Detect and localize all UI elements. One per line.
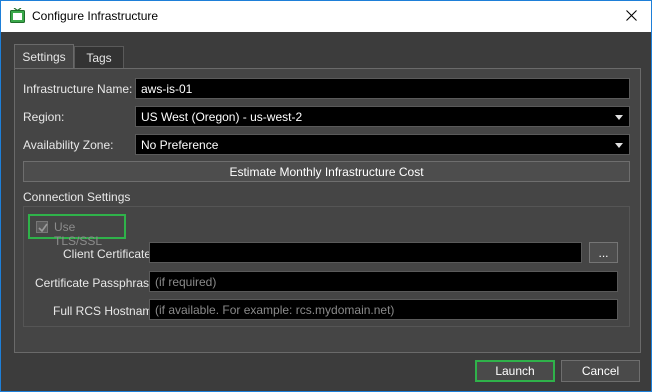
region-select[interactable]: US West (Oregon) - us-west-2 [135, 106, 630, 127]
infrastructure-name-input[interactable]: aws-is-01 [135, 78, 630, 99]
client-certificate-label: Client Certificate [63, 247, 152, 261]
region-label: Region: [23, 110, 65, 124]
launch-button[interactable]: Launch [475, 360, 555, 382]
infrastructure-name-value: aws-is-01 [141, 81, 193, 96]
availability-zone-value: No Preference [141, 137, 219, 152]
infrastructure-name-label: Infrastructure Name: [23, 82, 133, 96]
cancel-button[interactable]: Cancel [561, 360, 640, 382]
use-tls-checkbox[interactable] [36, 221, 48, 233]
rcs-hostname-label: Full RCS Hostname [53, 304, 160, 318]
configure-infrastructure-dialog: Configure Infrastructure Settings Tags I… [0, 0, 652, 392]
close-icon [625, 9, 637, 24]
availability-zone-select[interactable]: No Preference [135, 134, 630, 155]
client-certificate-input[interactable] [149, 242, 582, 263]
chevron-down-icon [615, 142, 623, 148]
chevron-down-icon [615, 114, 623, 120]
connection-settings-heading: Connection Settings [23, 190, 131, 204]
certificate-passphrase-label: Certificate Passphrase [35, 276, 156, 290]
certificate-passphrase-input[interactable]: (if required) [149, 271, 618, 292]
browse-certificate-button[interactable]: ... [589, 242, 618, 263]
rcs-hostname-placeholder: (if available. For example: rcs.mydomain… [155, 302, 395, 317]
availability-zone-label: Availability Zone: [23, 138, 114, 152]
tab-settings[interactable]: Settings [14, 44, 74, 69]
estimate-cost-button[interactable]: Estimate Monthly Infrastructure Cost [23, 161, 630, 182]
window-title: Configure Infrastructure [32, 9, 159, 23]
tab-tags[interactable]: Tags [74, 46, 124, 68]
tv-monitor-icon [10, 7, 25, 23]
close-button[interactable] [611, 1, 651, 32]
use-tls-checkbox-container[interactable]: Use TLS/SSL [28, 214, 126, 248]
region-value: US West (Oregon) - us-west-2 [141, 109, 303, 124]
certificate-passphrase-placeholder: (if required) [155, 274, 217, 289]
title-bar: Configure Infrastructure [1, 1, 651, 32]
use-tls-label: Use TLS/SSL [54, 220, 103, 248]
rcs-hostname-input[interactable]: (if available. For example: rcs.mydomain… [149, 299, 618, 320]
